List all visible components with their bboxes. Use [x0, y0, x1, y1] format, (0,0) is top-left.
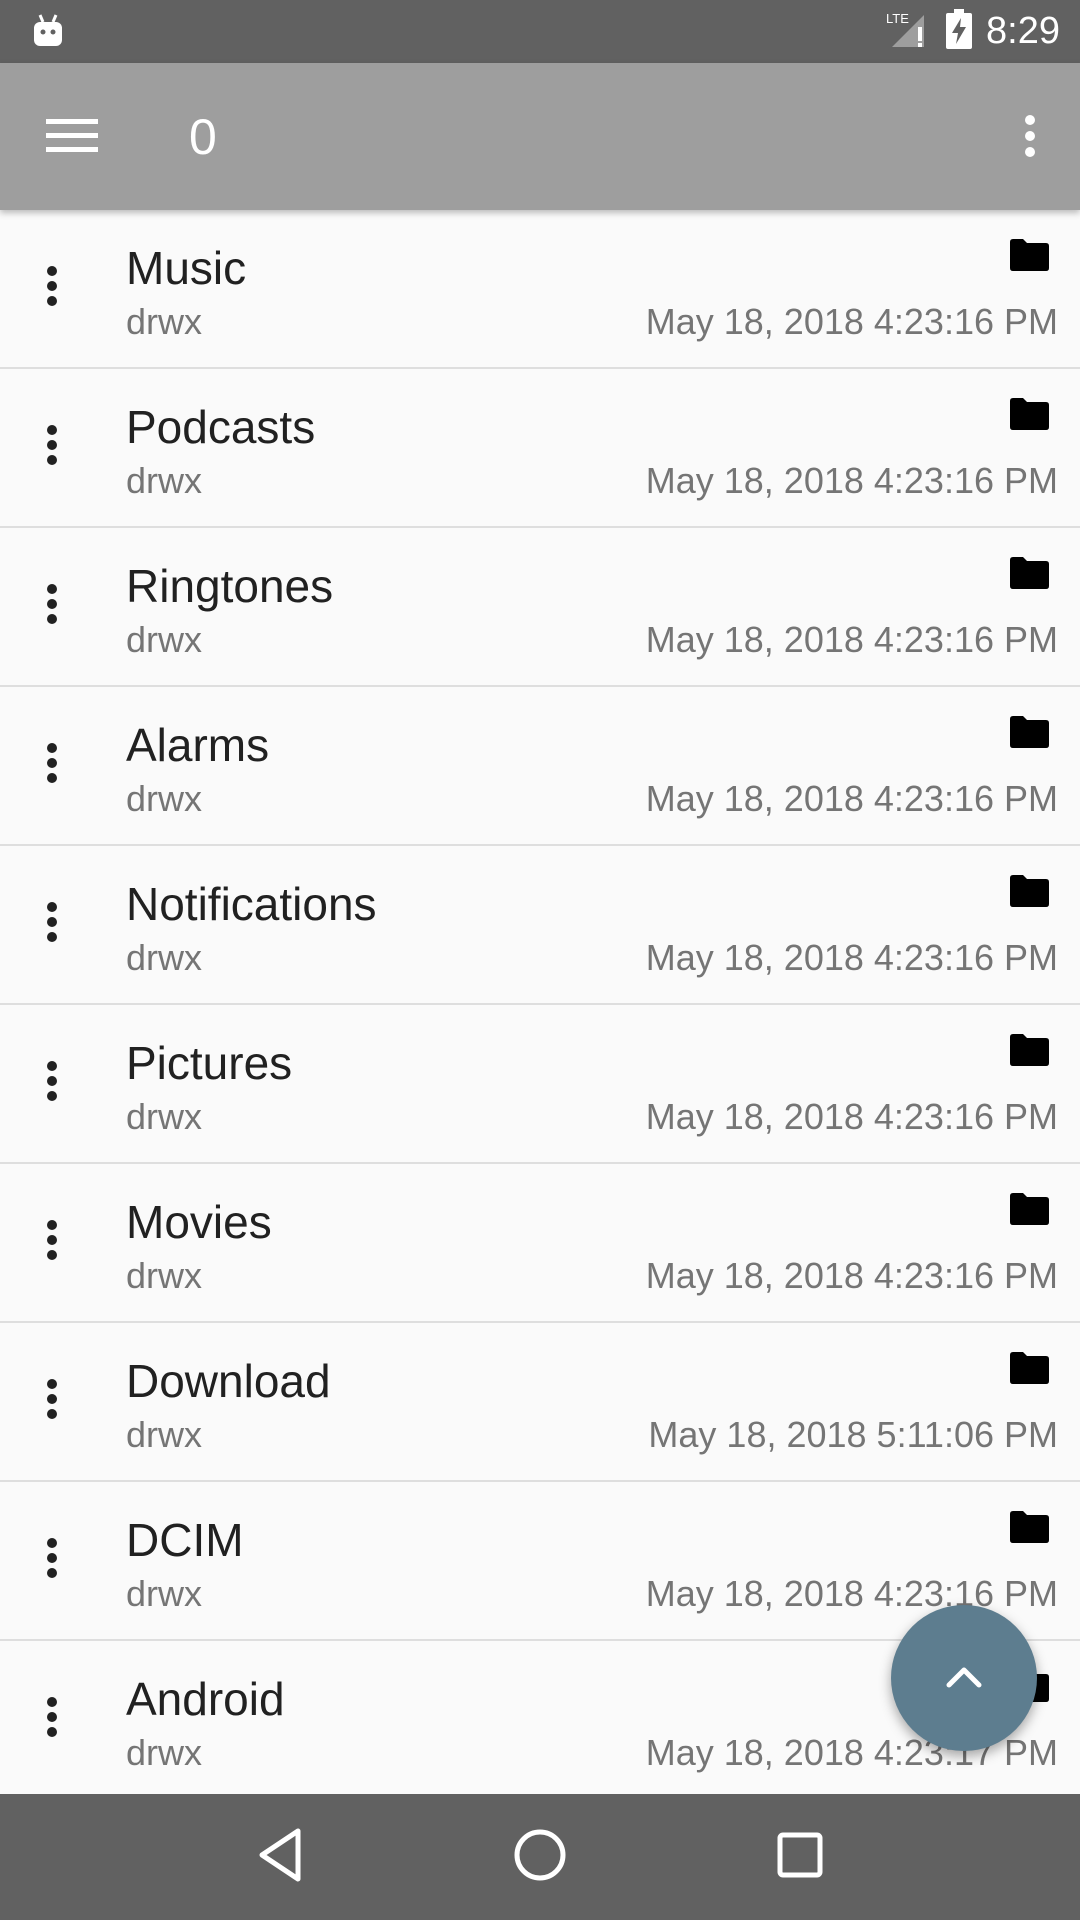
file-name: Pictures: [126, 1037, 293, 1089]
file-name: Music: [126, 242, 247, 294]
row-more-button[interactable]: [20, 210, 84, 367]
folder-icon: [1008, 1351, 1050, 1385]
row-more-button[interactable]: [20, 1323, 84, 1480]
more-vert-icon: [1024, 114, 1036, 163]
file-permissions: drwx: [126, 619, 203, 660]
file-permissions: drwx: [126, 937, 203, 978]
more-vert-icon: [46, 265, 58, 312]
file-date: May 18, 2018 4:23:16 PM: [645, 460, 1058, 501]
file-row[interactable]: Movies drwx May 18, 2018 4:23:16 PM: [0, 1164, 1080, 1323]
file-date: May 18, 2018 4:23:16 PM: [645, 937, 1058, 978]
file-name: Android: [126, 1673, 285, 1725]
row-more-button[interactable]: [20, 528, 84, 685]
file-row[interactable]: Podcasts drwx May 18, 2018 4:23:16 PM: [0, 369, 1080, 528]
file-name: Podcasts: [126, 401, 316, 453]
more-vert-icon: [46, 1378, 58, 1425]
file-permissions: drwx: [126, 1732, 203, 1773]
signal-icon: LTE: [884, 9, 932, 54]
back-icon: [256, 1827, 304, 1888]
file-name: Movies: [126, 1196, 272, 1248]
row-more-button[interactable]: [20, 687, 84, 844]
folder-icon: [1008, 1192, 1050, 1226]
file-date: May 18, 2018 5:11:06 PM: [648, 1414, 1058, 1455]
scroll-to-top-button[interactable]: [891, 1605, 1037, 1751]
more-vert-icon: [46, 1060, 58, 1107]
folder-icon: [1008, 397, 1050, 431]
recents-icon: [776, 1831, 824, 1884]
android-debug-icon: [32, 12, 64, 53]
row-more-button[interactable]: [20, 1641, 84, 1794]
file-row[interactable]: Download drwx May 18, 2018 5:11:06 PM: [0, 1323, 1080, 1482]
more-vert-icon: [46, 742, 58, 789]
file-date: May 18, 2018 4:23:16 PM: [645, 1255, 1058, 1296]
file-row[interactable]: Notifications drwx May 18, 2018 4:23:16 …: [0, 846, 1080, 1005]
battery-charging-icon: [946, 9, 973, 54]
file-name: Ringtones: [126, 560, 334, 612]
file-name: Notifications: [126, 878, 377, 930]
file-permissions: drwx: [126, 301, 203, 342]
file-permissions: drwx: [126, 460, 203, 501]
file-permissions: drwx: [126, 1096, 203, 1137]
file-name: DCIM: [126, 1514, 244, 1566]
navigation-bar: [0, 1794, 1080, 1920]
file-row[interactable]: DCIM drwx May 18, 2018 4:23:16 PM: [0, 1482, 1080, 1641]
folder-icon: [1008, 556, 1050, 590]
more-vert-icon: [46, 583, 58, 630]
file-permissions: drwx: [126, 1414, 203, 1455]
file-permissions: drwx: [126, 1573, 203, 1614]
row-more-button[interactable]: [20, 1005, 84, 1162]
more-vert-icon: [46, 901, 58, 948]
folder-icon: [1008, 1033, 1050, 1067]
file-name: Download: [126, 1355, 331, 1407]
folder-icon: [1008, 715, 1050, 749]
lte-label: LTE: [886, 11, 909, 26]
screen: LTE 8:29 0 Music drwx May 18, 2018 4:23:…: [0, 0, 1080, 1920]
file-date: May 18, 2018 4:23:16 PM: [645, 619, 1058, 660]
status-time: 8:29: [986, 10, 1060, 52]
folder-icon: [1008, 238, 1050, 272]
recents-button[interactable]: [760, 1817, 840, 1897]
file-row[interactable]: Ringtones drwx May 18, 2018 4:23:16 PM: [0, 528, 1080, 687]
status-icons: LTE 8:29: [884, 0, 1060, 63]
file-permissions: drwx: [126, 778, 203, 819]
file-permissions: drwx: [126, 1255, 203, 1296]
back-button[interactable]: [240, 1817, 320, 1897]
row-more-button[interactable]: [20, 846, 84, 1003]
file-list: Music drwx May 18, 2018 4:23:16 PM Podca…: [0, 210, 1080, 1794]
more-vert-icon: [46, 1696, 58, 1743]
row-more-button[interactable]: [20, 1482, 84, 1639]
chevron-up-icon: [944, 1663, 984, 1694]
hamburger-menu-icon: [46, 115, 98, 160]
app-bar: 0: [0, 63, 1080, 210]
overflow-menu-button[interactable]: [1000, 103, 1060, 173]
row-more-button[interactable]: [20, 1164, 84, 1321]
file-row[interactable]: Pictures drwx May 18, 2018 4:23:16 PM: [0, 1005, 1080, 1164]
status-bar: LTE 8:29: [0, 0, 1080, 63]
hamburger-menu-button[interactable]: [36, 107, 108, 167]
folder-icon: [1008, 874, 1050, 908]
more-vert-icon: [46, 424, 58, 471]
home-button[interactable]: [500, 1817, 580, 1897]
more-vert-icon: [46, 1537, 58, 1584]
file-row[interactable]: Alarms drwx May 18, 2018 4:23:16 PM: [0, 687, 1080, 846]
row-more-button[interactable]: [20, 369, 84, 526]
file-date: May 18, 2018 4:23:16 PM: [645, 301, 1058, 342]
home-icon: [513, 1828, 567, 1887]
more-vert-icon: [46, 1219, 58, 1266]
file-date: May 18, 2018 4:23:16 PM: [645, 1573, 1058, 1614]
file-row[interactable]: Music drwx May 18, 2018 4:23:16 PM: [0, 210, 1080, 369]
file-date: May 18, 2018 4:23:16 PM: [645, 778, 1058, 819]
file-name: Alarms: [126, 719, 270, 771]
file-date: May 18, 2018 4:23:16 PM: [645, 1096, 1058, 1137]
folder-icon: [1008, 1510, 1050, 1544]
page-title: 0: [189, 109, 217, 165]
